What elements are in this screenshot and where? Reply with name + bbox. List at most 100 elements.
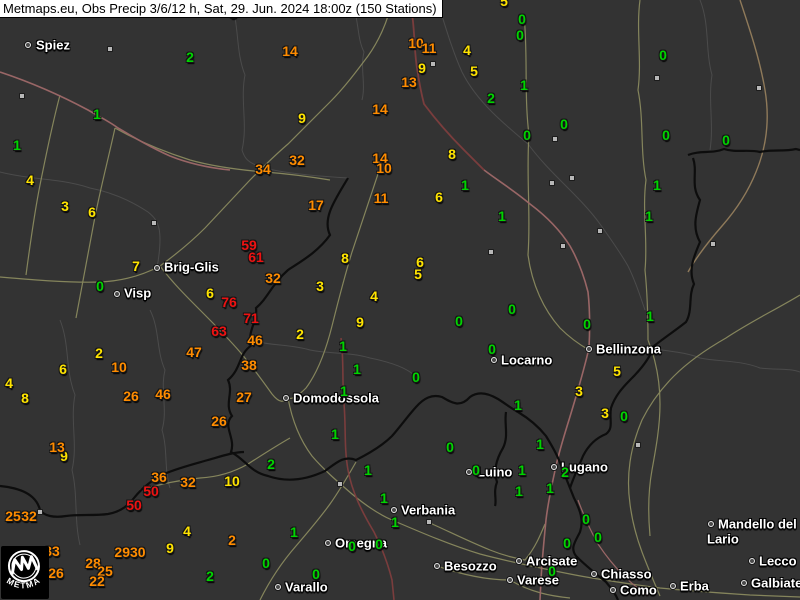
precip-value: 26 [123,388,139,404]
precip-value: 11 [374,190,389,206]
city-label: Galbiate [751,576,800,591]
city-label: Erba [680,579,709,594]
precip-value: 1 [520,77,528,93]
precip-value: 22 [89,573,105,589]
precip-value: 1 [645,208,653,224]
precip-value: 32 [180,474,196,490]
precip-value: 11 [422,40,437,56]
station-dot [635,442,641,448]
precip-value: 1 [653,177,661,193]
precip-value: 34 [255,161,271,177]
precip-value: 61 [248,249,264,265]
metmaps-logo: METMAPS [1,546,49,599]
precip-value: 2 [186,49,194,65]
precip-value: 10 [224,473,240,489]
precip-value: 0 [518,11,526,27]
city-label: Lecco [759,554,797,569]
station-dot [552,136,558,142]
city-marker [586,346,592,352]
precip-value: 0 [348,538,356,554]
precip-value: 14 [372,101,388,117]
precip-value: 76 [221,294,237,310]
precip-value: 4 [463,42,471,58]
precip-value: 0 [455,313,463,329]
city-marker [114,291,120,297]
precip-value: 0 [472,462,480,478]
precip-value: 0 [659,47,667,63]
metmaps-weather-map: Metmaps.eu, Obs Precip 3/6/12 h, Sat, 29… [0,0,800,600]
precip-value: 32 [21,508,37,524]
city-label: Luino [477,465,512,480]
precip-value: 1 [518,462,526,478]
city-marker [741,580,747,586]
city-marker [154,265,160,271]
station-dot [549,180,555,186]
precip-value: 0 [262,555,270,571]
station-dot [426,519,432,525]
precip-value: 25 [5,508,21,524]
station-dot [597,228,603,234]
city-marker [708,521,714,527]
city-label: Chiasso [601,567,652,582]
station-dot [19,93,25,99]
precip-value: 38 [241,357,257,373]
precip-value: 2 [228,532,236,548]
station-dot [337,481,343,487]
precip-value: 71 [243,310,259,326]
city-marker [749,558,755,564]
city-label: Mandello del [718,517,797,532]
precip-value: 1 [391,514,399,530]
precip-value: 8 [448,146,456,162]
precip-value: 5 [500,0,508,9]
precip-value: 2 [487,90,495,106]
precip-value: 63 [211,323,227,339]
precip-value: 1 [353,361,361,377]
precip-value: 2 [561,464,569,480]
precip-value: 0 [508,301,516,317]
precip-value: 6 [59,361,67,377]
station-dot [488,249,494,255]
city-marker [275,584,281,590]
precip-value: 10 [111,359,127,375]
city-marker [25,42,31,48]
precip-value: 9 [166,540,174,556]
precip-value: 2 [267,456,275,472]
precip-value: 9 [418,60,426,76]
city-marker [516,558,522,564]
city-label: Domodossola [293,391,379,406]
precip-value: 0 [488,341,496,357]
station-dot [654,75,660,81]
station-dot [710,241,716,247]
precip-value: 1 [380,490,388,506]
precip-value: 0 [96,278,104,294]
city-label: Lario [707,532,739,547]
precip-value: 50 [126,497,142,513]
station-dot [756,85,762,91]
city-label: Bellinzona [596,342,661,357]
precip-value: 50 [143,483,159,499]
station-dot [107,46,113,52]
city-label: Varallo [285,580,328,595]
precip-value: 0 [446,439,454,455]
city-marker [325,540,331,546]
precip-value: 1 [93,106,101,122]
precip-value: 1 [498,208,506,224]
city-label: Como [620,583,657,598]
precip-value: 0 [722,132,730,148]
precip-value: 0 [662,127,670,143]
title-text: Metmaps.eu, Obs Precip 3/6/12 h, Sat, 29… [3,1,437,16]
precip-value: 2 [95,345,103,361]
precip-value: 8 [21,390,29,406]
precip-value: 0 [548,563,556,579]
precip-value: 0 [523,127,531,143]
precip-value: 6 [435,189,443,205]
precip-value: 9 [298,110,306,126]
precip-value: 5 [414,266,422,282]
city-label: Locarno [501,353,552,368]
precip-value: 2 [296,326,304,342]
city-marker [491,357,497,363]
city-marker [283,395,289,401]
precip-value: 1 [536,436,544,452]
precip-value: 6 [88,204,96,220]
station-dot [569,175,575,181]
